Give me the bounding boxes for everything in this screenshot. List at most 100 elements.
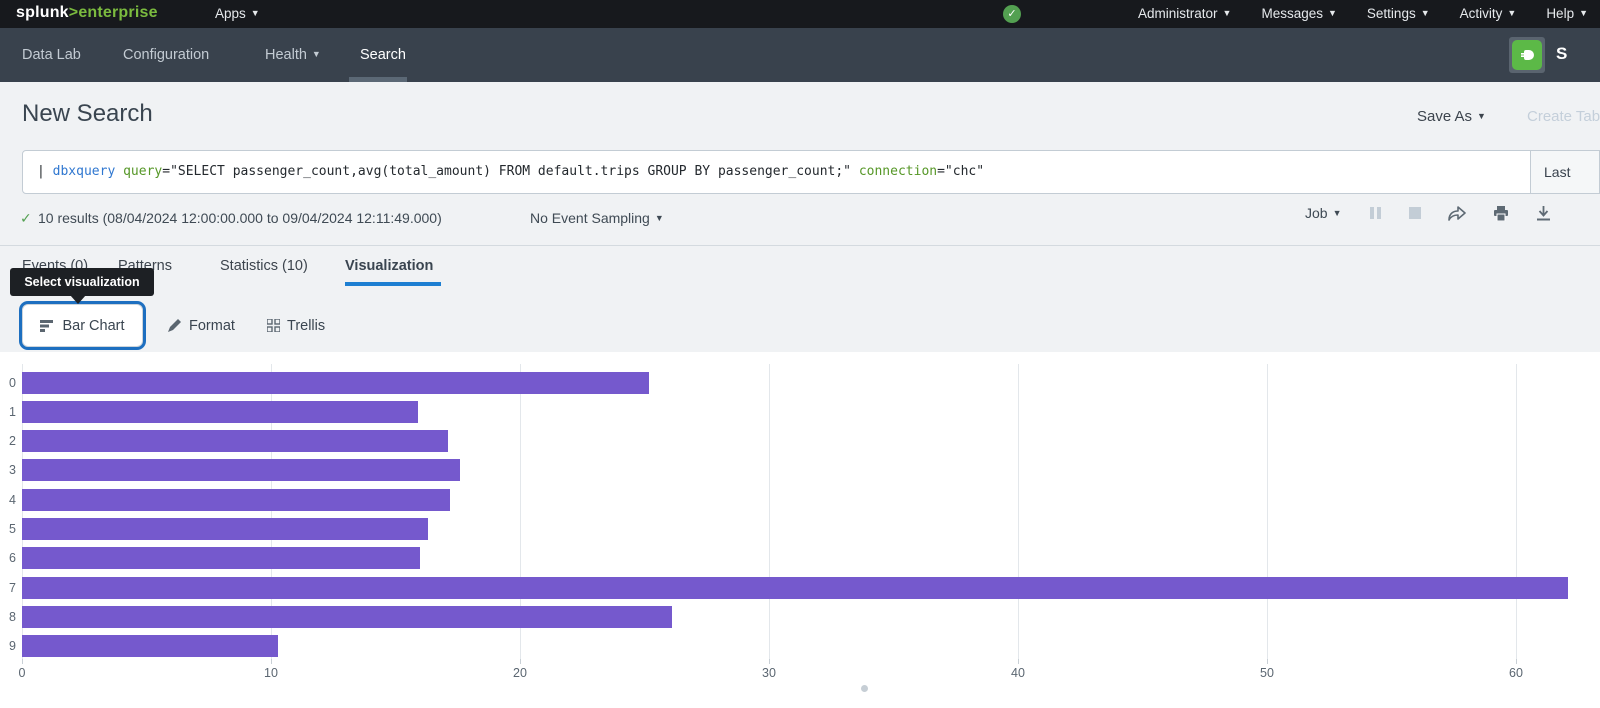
topbar-menus: Administrator ▼ Messages▼ Settings ▼ Activ… xyxy=(1138,6,1588,21)
bar-chart-icon xyxy=(40,319,54,332)
bar[interactable] xyxy=(22,547,420,569)
format-button[interactable]: Format xyxy=(167,304,235,347)
gridline xyxy=(769,364,770,659)
active-tab-underline xyxy=(345,282,441,286)
category-label: 7 xyxy=(0,581,16,595)
bar[interactable] xyxy=(22,459,460,481)
chevron-down-icon: ▼ xyxy=(1223,8,1232,18)
x-tick-label: 40 xyxy=(1011,666,1025,680)
time-range-picker[interactable]: Last xyxy=(1530,151,1599,193)
bar[interactable] xyxy=(22,518,428,540)
query-arg1-name: query xyxy=(123,164,162,179)
results-summary: 10 results (08/04/2024 12:00:00.000 to 0… xyxy=(38,210,442,226)
axis-tick xyxy=(1018,659,1019,664)
download-icon[interactable] xyxy=(1536,206,1551,221)
apps-menu[interactable]: Apps ▼ xyxy=(215,6,260,21)
help-menu[interactable]: Help▼ xyxy=(1546,6,1588,21)
nav-item-health[interactable]: Health ▼ xyxy=(265,47,321,63)
chart-type-picker-button[interactable]: Bar Chart xyxy=(22,304,143,347)
search-query-input[interactable]: | dbxquery query="SELECT passenger_count… xyxy=(37,151,984,193)
trellis-label: Trellis xyxy=(287,318,325,334)
select-visualization-tooltip: Select visualization xyxy=(10,268,154,296)
settings-menu[interactable]: Settings ▼ xyxy=(1367,6,1430,21)
chart-type-label: Bar Chart xyxy=(62,318,124,334)
category-label: 1 xyxy=(0,405,16,419)
db-connect-plug-icon xyxy=(1512,40,1542,70)
chevron-down-icon: ▼ xyxy=(1333,208,1342,218)
format-label: Format xyxy=(189,318,235,334)
app-icon-button[interactable] xyxy=(1509,37,1545,73)
x-tick-label: 0 xyxy=(19,666,26,680)
nav-item-data-lab[interactable]: Data Lab xyxy=(22,47,81,63)
trellis-button[interactable]: Trellis xyxy=(267,304,325,347)
job-menu[interactable]: Job ▼ xyxy=(1305,205,1342,221)
app-nav-bar: Data Lab Configuration Health ▼ Search S xyxy=(0,28,1600,82)
chevron-down-icon: ▼ xyxy=(312,49,321,59)
administrator-menu-label: Administrator xyxy=(1138,6,1218,21)
trellis-grid-icon xyxy=(267,319,280,332)
app-name-initial: S xyxy=(1556,44,1567,64)
axis-tick xyxy=(520,659,521,664)
job-controls: Job ▼ xyxy=(1305,205,1551,221)
axis-tick xyxy=(1516,659,1517,664)
category-label: 4 xyxy=(0,493,16,507)
settings-menu-label: Settings xyxy=(1367,6,1416,21)
query-space xyxy=(115,164,123,179)
tab-statistics[interactable]: Statistics (10) xyxy=(220,258,308,274)
chevron-down-icon: ▼ xyxy=(1421,8,1430,18)
chevron-down-icon: ▼ xyxy=(1477,111,1486,121)
bar[interactable] xyxy=(22,372,649,394)
x-tick-label: 20 xyxy=(513,666,527,680)
administrator-menu[interactable]: Administrator ▼ xyxy=(1138,6,1231,21)
activity-menu[interactable]: Activity▼ xyxy=(1460,6,1517,21)
x-tick-label: 60 xyxy=(1509,666,1523,680)
query-arg2-name: connection xyxy=(859,164,937,179)
job-menu-label: Job xyxy=(1305,205,1328,221)
splunk-logo[interactable]: splunk>enterprise xyxy=(16,4,158,22)
bar[interactable] xyxy=(22,401,418,423)
results-check-icon: ✓ xyxy=(20,210,32,227)
bar[interactable] xyxy=(22,489,450,511)
event-sampling-label: No Event Sampling xyxy=(530,210,650,226)
category-label: 3 xyxy=(0,463,16,477)
axis-tick xyxy=(22,659,23,664)
save-as-label: Save As xyxy=(1417,108,1472,125)
category-label: 6 xyxy=(0,551,16,565)
gridline xyxy=(1516,364,1517,659)
print-icon[interactable] xyxy=(1493,206,1509,221)
gridline xyxy=(1267,364,1268,659)
chevron-down-icon: ▼ xyxy=(1328,8,1337,18)
query-pipe: | xyxy=(37,164,53,179)
chevron-down-icon: ▼ xyxy=(1507,8,1516,18)
category-label: 8 xyxy=(0,610,16,624)
messages-menu[interactable]: Messages▼ xyxy=(1261,6,1336,21)
top-bar: splunk>enterprise Apps ▼ ✓ Administrator ▼… xyxy=(0,0,1600,28)
event-sampling-menu[interactable]: No Event Sampling▼ xyxy=(530,210,664,226)
page-title: New Search xyxy=(22,100,153,128)
create-table-view-button[interactable]: Create Tab xyxy=(1527,108,1600,125)
save-as-menu[interactable]: Save As ▼ xyxy=(1417,108,1486,125)
bar-chart-plot: 01020304050600123456789 xyxy=(0,352,1600,708)
query-arg2-value: ="chc" xyxy=(937,164,984,179)
x-tick-label: 50 xyxy=(1260,666,1274,680)
active-nav-underline xyxy=(349,77,407,82)
query-command: dbxquery xyxy=(53,164,116,179)
nav-item-health-label: Health xyxy=(265,47,307,63)
stop-icon[interactable] xyxy=(1409,207,1421,219)
search-bar[interactable]: | dbxquery query="SELECT passenger_count… xyxy=(22,150,1600,194)
chevron-down-icon: ▼ xyxy=(251,8,260,18)
bar[interactable] xyxy=(22,430,448,452)
nav-item-configuration[interactable]: Configuration xyxy=(123,47,209,63)
tooltip-caret xyxy=(70,295,86,304)
status-check-icon[interactable]: ✓ xyxy=(1003,5,1021,23)
bar[interactable] xyxy=(22,606,672,628)
nav-item-search[interactable]: Search xyxy=(360,47,406,63)
apps-menu-label: Apps xyxy=(215,6,246,21)
share-icon[interactable] xyxy=(1448,206,1466,221)
pause-icon[interactable] xyxy=(1369,206,1382,220)
logo-splunk-text: splunk xyxy=(16,4,69,21)
tab-visualization[interactable]: Visualization xyxy=(345,258,433,274)
scroll-indicator-dot[interactable] xyxy=(861,685,868,692)
bar[interactable] xyxy=(22,577,1568,599)
bar[interactable] xyxy=(22,635,278,657)
